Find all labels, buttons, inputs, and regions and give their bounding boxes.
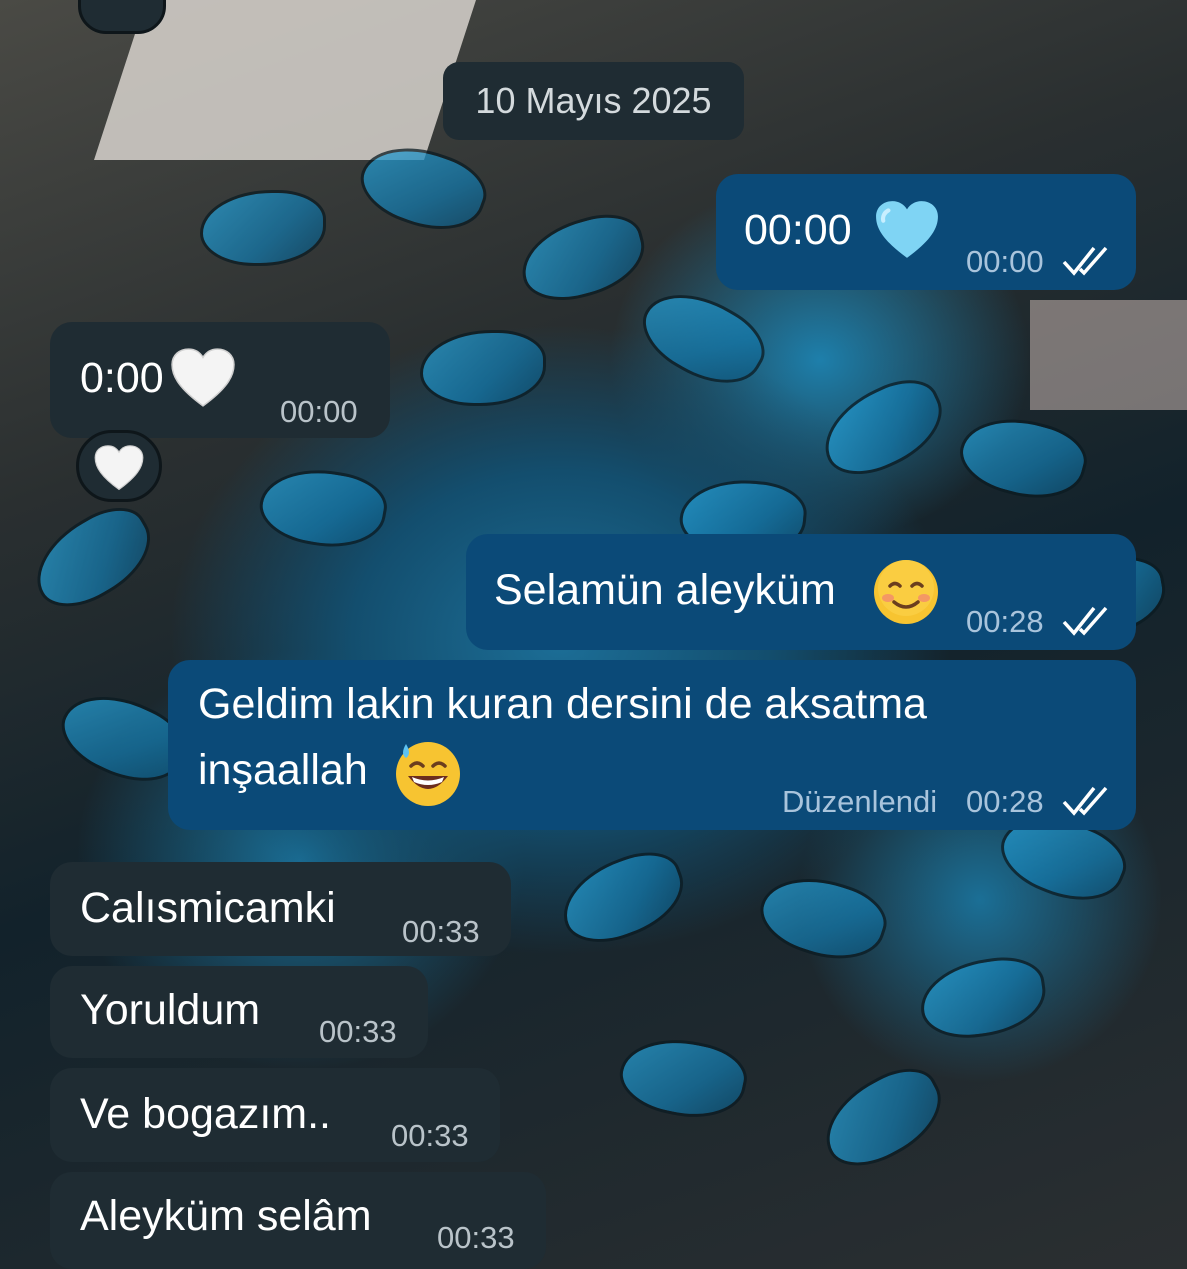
message-reaction[interactable]: [76, 430, 162, 502]
message-time: 00:00: [966, 244, 1044, 279]
message-text: Ve bogazım..: [80, 1090, 331, 1138]
outgoing-message[interactable]: 00:00 00:00: [716, 174, 1136, 290]
outgoing-message[interactable]: Selamün aleyküm 00:28: [466, 534, 1136, 650]
message-time: 00:33: [391, 1118, 469, 1153]
light-blue-heart-icon: [874, 200, 940, 260]
incoming-message[interactable]: Calısmicamki 00:33: [50, 862, 511, 956]
read-ticks-icon: [1062, 784, 1112, 818]
previous-reaction[interactable]: [78, 0, 166, 34]
incoming-message[interactable]: Ve bogazım.. 00:33: [50, 1068, 500, 1162]
incoming-message[interactable]: Aleyküm selâm 00:33: [50, 1172, 546, 1269]
message-time: 00:33: [437, 1220, 515, 1255]
message-time: 00:28: [966, 604, 1044, 639]
message-time: 00:33: [319, 1014, 397, 1049]
outgoing-message[interactable]: Geldim lakin kuran dersini de aksatma in…: [168, 660, 1136, 830]
white-heart-icon: [93, 445, 145, 491]
message-time: 00:00: [280, 394, 358, 429]
message-text: Calısmicamki: [80, 884, 336, 932]
message-text-line-1: Geldim lakin kuran dersini de aksatma: [198, 680, 927, 728]
message-text: Aleyküm selâm: [80, 1192, 372, 1240]
incoming-message[interactable]: Yoruldum 00:33: [50, 966, 428, 1058]
message-text: Selamün aleyküm: [494, 566, 836, 614]
white-heart-icon: [170, 348, 236, 408]
message-time: 00:28: [966, 784, 1044, 819]
incoming-message[interactable]: 0:00 00:00: [50, 322, 390, 438]
edited-label: Düzenlendi: [782, 784, 938, 819]
date-separator: 10 Mayıs 2025: [443, 62, 744, 140]
grinning-sweat-icon: [394, 740, 462, 808]
read-ticks-icon: [1062, 604, 1112, 638]
message-text: 0:00: [80, 354, 164, 402]
message-time: 00:33: [402, 914, 480, 949]
smiling-face-icon: [872, 558, 940, 626]
message-text: Yoruldum: [80, 986, 261, 1034]
message-text: 00:00: [744, 206, 852, 254]
read-ticks-icon: [1062, 244, 1112, 278]
message-text-line-2: inşaallah: [198, 746, 368, 794]
